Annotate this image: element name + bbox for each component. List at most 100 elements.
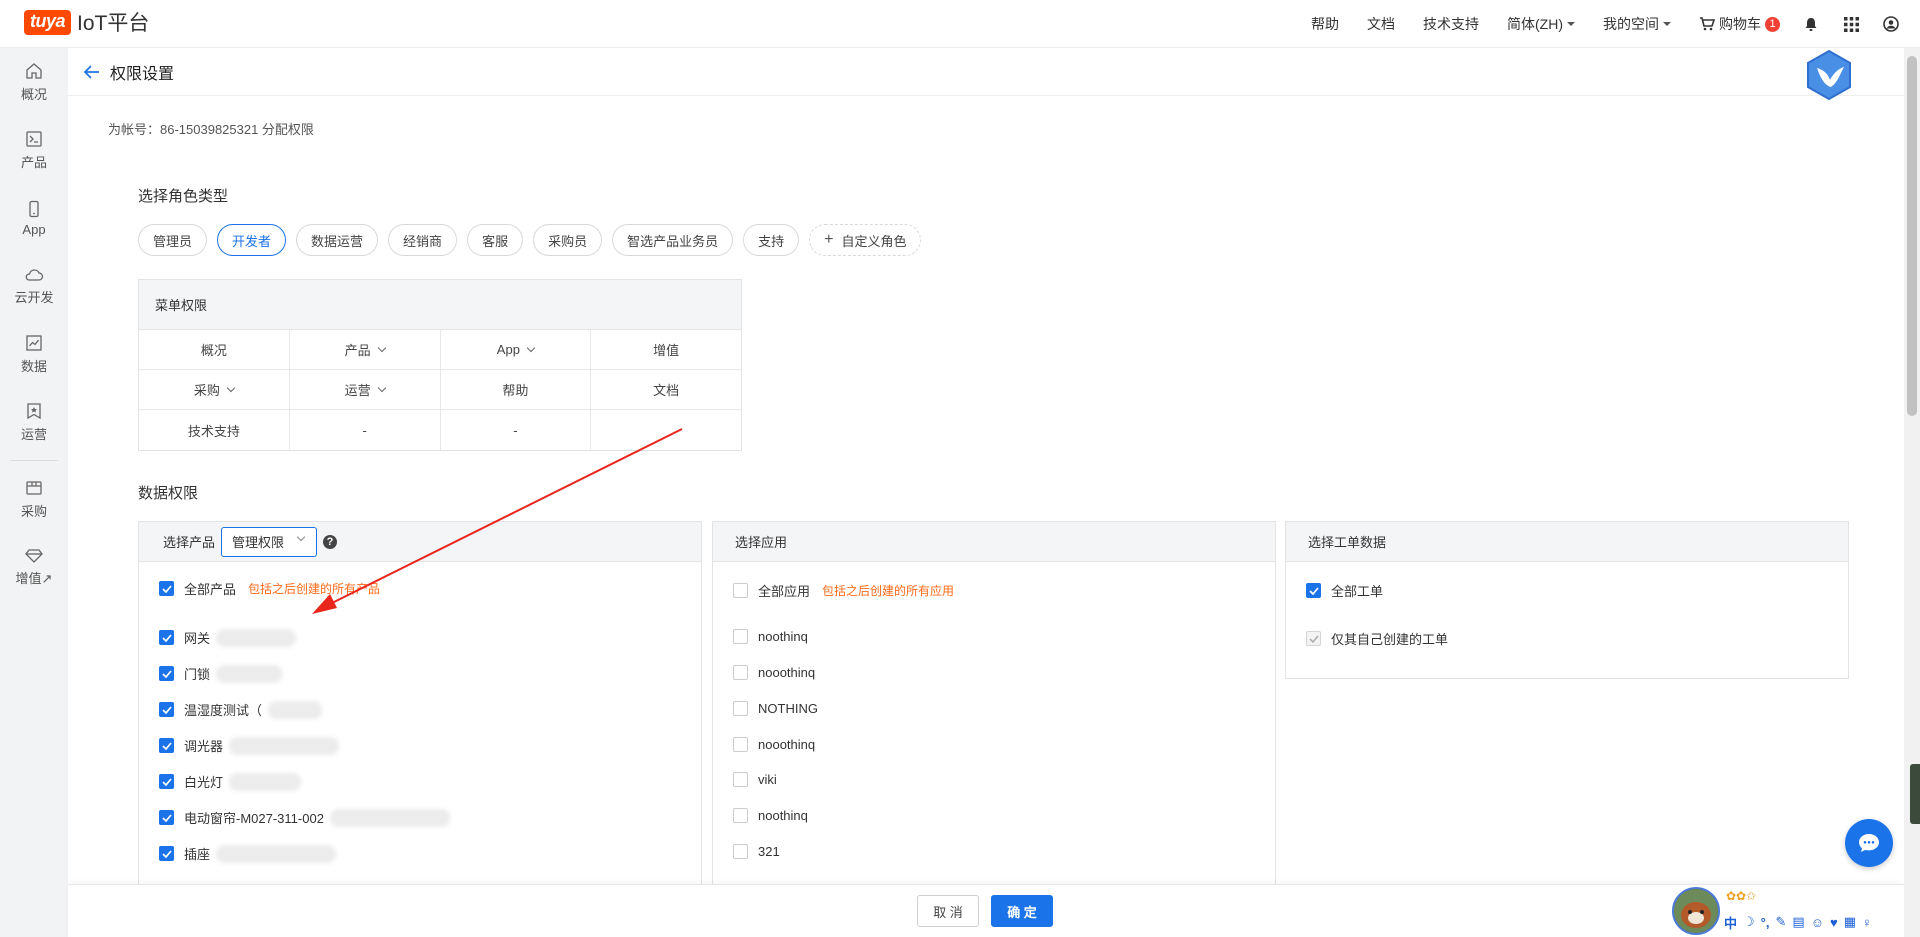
list-item[interactable]: 网关 — [159, 628, 297, 647]
checkbox-unchecked-icon[interactable] — [733, 665, 748, 680]
checkbox-unchecked-icon[interactable] — [733, 737, 748, 752]
role-data-ops[interactable]: 数据运营 — [296, 224, 379, 256]
confirm-button[interactable]: 确 定 — [991, 895, 1053, 927]
sidebar-item-product[interactable]: 产品 — [0, 116, 68, 184]
apps-grid-icon[interactable] — [1842, 15, 1860, 33]
list-item[interactable]: 门锁 — [159, 664, 283, 683]
menu-cell-docs[interactable]: 文档 — [591, 370, 741, 409]
checkbox-checked-icon[interactable] — [159, 846, 174, 861]
menu-cell-overview[interactable]: 概况 — [139, 330, 290, 369]
checkbox-unchecked-icon[interactable] — [733, 808, 748, 823]
chat-support-button[interactable] — [1845, 819, 1893, 867]
add-custom-role-button[interactable]: + 自定义角色 — [809, 224, 922, 256]
ime-punctuation-icon[interactable]: °, — [1761, 915, 1770, 930]
role-developer[interactable]: 开发者 — [217, 224, 287, 256]
list-item[interactable]: noothinq — [733, 629, 808, 644]
list-item[interactable]: nooothinq — [733, 665, 815, 680]
sidebar-item-cloud-dev[interactable]: 云开发 — [0, 252, 68, 320]
checkbox-unchecked-icon[interactable] — [733, 629, 748, 644]
sidebar-item-operations[interactable]: 运营 — [0, 388, 68, 456]
list-item[interactable]: 321 — [733, 844, 780, 859]
list-item[interactable]: NOTHING — [733, 701, 818, 716]
list-item[interactable]: 温湿度测试（ — [159, 700, 323, 719]
sidebar-item-overview[interactable]: 概况 — [0, 48, 68, 116]
ime-emoji-icon[interactable]: ☺ — [1811, 915, 1824, 930]
checkbox-checked-icon[interactable] — [1306, 583, 1321, 598]
menu-cell-value-added[interactable]: 增值 — [591, 330, 741, 369]
nav-cart[interactable]: 购物车 1 — [1699, 14, 1780, 34]
role-smart-product-sales[interactable]: 智选产品业务员 — [612, 224, 734, 256]
help-icon[interactable]: ? — [323, 534, 338, 549]
sidebar-item-app[interactable]: App — [0, 184, 68, 252]
side-panel-handle[interactable] — [1910, 764, 1920, 824]
blurred-product-id — [229, 772, 302, 791]
sidebar-item-purchase[interactable]: 采购 — [0, 465, 68, 533]
ime-grid-icon[interactable]: ▦ — [1844, 914, 1856, 930]
menu-cell-app[interactable]: App — [441, 330, 592, 369]
chevron-down-icon — [296, 532, 306, 541]
cancel-button[interactable]: 取 消 — [917, 895, 979, 927]
checkbox-checked-icon[interactable] — [159, 702, 174, 717]
role-purchaser[interactable]: 采购员 — [533, 224, 603, 256]
bell-icon[interactable] — [1802, 15, 1820, 33]
checkbox-checked-icon[interactable] — [159, 774, 174, 789]
menu-cell-product[interactable]: 产品 — [290, 330, 441, 369]
product-label: 调光器 — [184, 739, 224, 754]
menu-cell-operations[interactable]: 运营 — [290, 370, 441, 409]
tuya-logo[interactable]: tuya IoT平台 — [24, 8, 149, 36]
ime-chinese-toggle[interactable]: 中 — [1724, 913, 1737, 932]
checkbox-checked-icon[interactable] — [159, 810, 174, 825]
ime-lock-icon[interactable]: ♀ — [1862, 915, 1872, 930]
role-dealer[interactable]: 经销商 — [388, 224, 458, 256]
nav-my-space[interactable]: 我的空间 — [1603, 14, 1671, 34]
ime-avatar[interactable] — [1672, 887, 1720, 935]
list-item[interactable]: 调光器 — [159, 736, 340, 755]
menu-cell-tech-support[interactable]: 技术支持 — [139, 410, 290, 450]
role-support[interactable]: 支持 — [743, 224, 800, 256]
list-item[interactable]: 插座 — [159, 844, 337, 863]
app-label: nooothinq — [758, 737, 816, 752]
product-permission-select[interactable]: 管理权限 — [221, 526, 318, 557]
checkbox-checked-icon[interactable] — [159, 738, 174, 753]
ime-wrench-icon[interactable]: ✎ — [1775, 914, 1786, 930]
role-customer-service[interactable]: 客服 — [467, 224, 524, 256]
user-account-icon[interactable] — [1882, 15, 1900, 33]
checkbox-unchecked-icon[interactable] — [733, 772, 748, 787]
menu-cell-purchase[interactable]: 采购 — [139, 370, 290, 409]
menu-cell-help[interactable]: 帮助 — [441, 370, 592, 409]
checkbox-unchecked-icon[interactable] — [733, 701, 748, 716]
chevron-down-icon — [226, 383, 236, 392]
nav-help[interactable]: 帮助 — [1311, 14, 1339, 34]
checkbox-unchecked-icon[interactable] — [733, 844, 748, 859]
all-apps-checkbox-row[interactable]: 全部应用 包括之后创建的所有应用 — [733, 581, 954, 600]
cart-count-badge: 1 — [1765, 16, 1780, 32]
own-tickets-checkbox-row[interactable]: 仅其自己创建的工单 — [1306, 629, 1448, 648]
sidebar-item-value-added[interactable]: 增值↗ — [0, 533, 68, 601]
all-products-checkbox-row[interactable]: 全部产品 包括之后创建的所有产品 — [159, 579, 380, 598]
list-item[interactable]: 白光灯 — [159, 772, 302, 791]
assistant-bird-icon[interactable] — [1802, 48, 1856, 102]
list-item[interactable]: noothinq — [733, 808, 808, 823]
nav-docs[interactable]: 文档 — [1367, 14, 1395, 34]
checkbox-checked-icon[interactable] — [159, 666, 174, 681]
all-products-label: 全部产品 — [184, 582, 237, 597]
checkbox-checked-icon[interactable] — [159, 581, 174, 596]
nav-tech-support[interactable]: 技术支持 — [1423, 14, 1479, 34]
caret-down-icon — [1663, 22, 1671, 26]
list-item[interactable]: nooothinq — [733, 737, 815, 752]
checkbox-checked-icon[interactable] — [159, 630, 174, 645]
checkbox-disabled-checked-icon[interactable] — [1306, 631, 1321, 646]
checkbox-unchecked-icon[interactable] — [733, 583, 748, 598]
scrollbar-thumb[interactable] — [1907, 56, 1917, 416]
ime-clipboard-icon[interactable]: ▤ — [1792, 914, 1804, 930]
nav-language[interactable]: 简体(ZH) — [1507, 14, 1575, 34]
sidebar-item-data[interactable]: 数据 — [0, 320, 68, 388]
home-icon — [26, 62, 42, 79]
ime-skin-icon[interactable]: ♥ — [1830, 915, 1838, 930]
all-tickets-checkbox-row[interactable]: 全部工单 — [1306, 581, 1383, 600]
back-arrow-icon[interactable] — [80, 60, 104, 84]
ime-moon-icon[interactable]: ☽ — [1743, 914, 1755, 930]
list-item[interactable]: 电动窗帘-M027-311-002 — [159, 808, 450, 827]
role-admin[interactable]: 管理员 — [138, 224, 208, 256]
list-item[interactable]: viki — [733, 772, 777, 787]
